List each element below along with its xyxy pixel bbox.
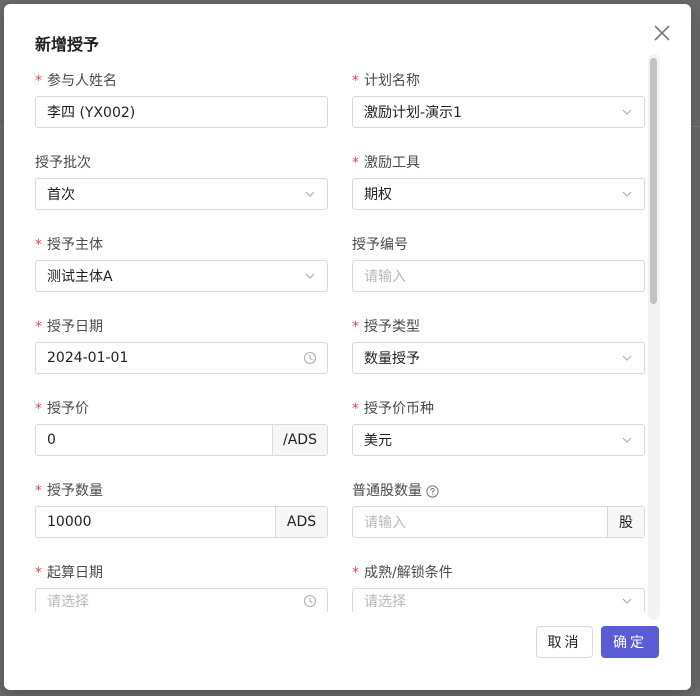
- required-mark: *: [35, 483, 42, 499]
- participant-name-label: 参与人姓名: [47, 73, 117, 89]
- background-divider: [691, 126, 700, 127]
- participant-name-field: * 参与人姓名 李四 (YX002): [35, 70, 328, 128]
- chevron-down-icon: [622, 355, 632, 361]
- grant-number-label: 授予编号: [352, 237, 408, 253]
- vesting-condition-label: 成熟/解锁条件: [364, 565, 453, 581]
- vesting-condition-field: * 成熟/解锁条件 请选择: [352, 562, 645, 612]
- required-mark: *: [352, 565, 359, 581]
- required-mark: *: [35, 401, 42, 417]
- grant-price-value: 0: [47, 432, 56, 448]
- grant-entity-label: 授予主体: [47, 237, 103, 253]
- clock-icon: [303, 594, 317, 607]
- incentive-tool-field: * 激励工具 期权: [352, 152, 645, 210]
- price-currency-value: 美元: [364, 433, 392, 449]
- required-mark: *: [35, 319, 42, 335]
- grant-type-field: * 授予类型 数量授予: [352, 316, 645, 374]
- scrollbar-thumb[interactable]: [650, 58, 657, 304]
- start-date-label: 起算日期: [47, 565, 103, 581]
- required-mark: *: [352, 155, 359, 171]
- incentive-tool-value: 期权: [364, 187, 392, 203]
- participant-name-input[interactable]: 李四 (YX002): [35, 96, 328, 128]
- grant-price-input[interactable]: 0 /ADS: [35, 424, 328, 456]
- required-mark: *: [352, 319, 359, 335]
- price-currency-select[interactable]: 美元: [352, 424, 645, 456]
- vesting-condition-placeholder: 请选择: [364, 593, 406, 610]
- required-mark: *: [35, 73, 42, 89]
- plan-name-select[interactable]: 激励计划-演示1: [352, 96, 645, 128]
- common-share-quantity-unit: 股: [607, 507, 644, 537]
- common-share-quantity-field: 普通股数量 请输入 股: [352, 480, 645, 538]
- grant-date-value: 2024-01-01: [47, 350, 129, 366]
- common-share-quantity-placeholder: 请输入: [364, 515, 406, 531]
- common-share-quantity-input[interactable]: 请输入 股: [352, 506, 645, 538]
- grant-quantity-field: * 授予数量 10000 ADS: [35, 480, 328, 538]
- price-currency-label: 授予价币种: [364, 401, 434, 417]
- required-mark: *: [352, 73, 359, 89]
- grant-price-field: * 授予价 0 /ADS: [35, 398, 328, 456]
- required-mark: *: [35, 565, 42, 581]
- participant-name-value: 李四 (YX002): [47, 105, 136, 121]
- grant-price-unit: /ADS: [272, 425, 327, 455]
- grant-entity-value: 测试主体A: [47, 269, 113, 285]
- grant-number-input[interactable]: 请输入: [352, 260, 645, 292]
- incentive-tool-label: 激励工具: [364, 155, 420, 171]
- grant-date-label: 授予日期: [47, 319, 103, 335]
- grant-batch-label: 授予批次: [35, 155, 91, 171]
- grant-number-field: 授予编号 请输入: [352, 234, 645, 292]
- close-button[interactable]: [650, 21, 674, 45]
- start-date-field: * 起算日期 请选择: [35, 562, 328, 612]
- dialog-title: 新增授予: [35, 35, 100, 54]
- grant-batch-field: 授予批次 首次: [35, 152, 328, 210]
- chevron-down-icon: [622, 191, 632, 197]
- clock-icon: [303, 351, 317, 365]
- chevron-down-icon: [305, 273, 315, 279]
- required-mark: *: [352, 401, 359, 417]
- chevron-down-icon: [622, 109, 632, 115]
- price-currency-field: * 授予价币种 美元: [352, 398, 645, 456]
- grant-quantity-unit: ADS: [275, 507, 327, 537]
- grant-date-field: * 授予日期 2024-01-01: [35, 316, 328, 374]
- grant-batch-value: 首次: [47, 187, 75, 203]
- plan-name-field: * 计划名称 激励计划-演示1: [352, 70, 645, 128]
- grant-type-value: 数量授予: [364, 351, 420, 367]
- start-date-placeholder: 请选择: [47, 593, 89, 610]
- chevron-down-icon: [622, 598, 632, 604]
- vesting-condition-select[interactable]: 请选择: [352, 588, 645, 612]
- question-circle-icon[interactable]: [426, 484, 439, 498]
- add-grant-dialog: 新增授予 * 参与人姓名 李四 (YX002) * 计划名称 激励计划-演示1 授予…: [4, 4, 691, 690]
- confirm-button[interactable]: 确定: [601, 626, 659, 658]
- common-share-quantity-label: 普通股数量: [352, 483, 422, 499]
- incentive-tool-select[interactable]: 期权: [352, 178, 645, 210]
- required-mark: *: [35, 237, 42, 253]
- plan-name-value: 激励计划-演示1: [364, 105, 462, 121]
- grant-entity-select[interactable]: 测试主体A: [35, 260, 328, 292]
- grant-type-select[interactable]: 数量授予: [352, 342, 645, 374]
- close-icon: [654, 25, 670, 41]
- chevron-down-icon: [305, 191, 315, 197]
- grant-quantity-value: 10000: [47, 514, 92, 530]
- grant-number-placeholder: 请输入: [364, 269, 406, 285]
- grant-quantity-label: 授予数量: [47, 483, 103, 499]
- grant-quantity-input[interactable]: 10000 ADS: [35, 506, 328, 538]
- grant-type-label: 授予类型: [364, 319, 420, 335]
- grant-price-label: 授予价: [47, 401, 89, 417]
- grant-batch-select[interactable]: 首次: [35, 178, 328, 210]
- start-date-picker[interactable]: 请选择: [35, 588, 328, 612]
- cancel-button[interactable]: 取消: [536, 626, 593, 658]
- grant-date-picker[interactable]: 2024-01-01: [35, 342, 328, 374]
- plan-name-label: 计划名称: [364, 73, 420, 89]
- chevron-down-icon: [622, 437, 632, 443]
- grant-entity-field: * 授予主体 测试主体A: [35, 234, 328, 292]
